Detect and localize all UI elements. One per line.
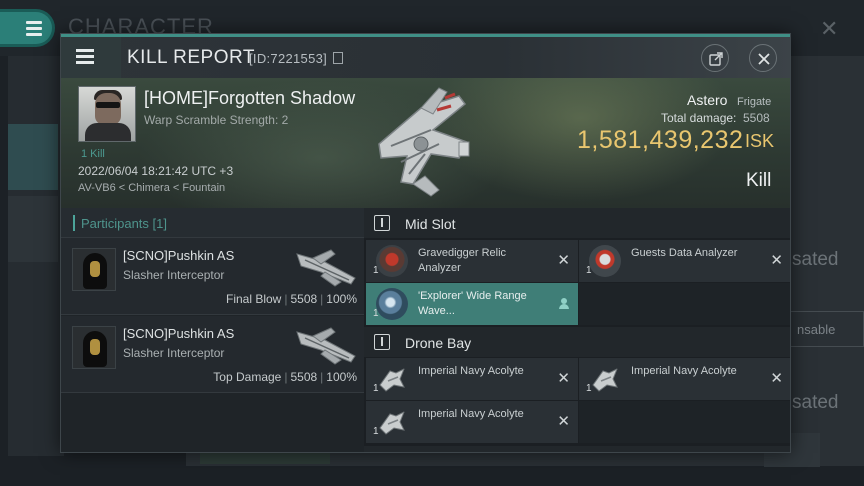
participant-ship: Slasher Interceptor xyxy=(123,346,225,360)
victim-ship-name[interactable]: Astero xyxy=(687,92,727,108)
participant-ship-image[interactable] xyxy=(295,244,359,288)
copy-icon[interactable] xyxy=(333,52,343,64)
isk-value: 1,581,439,232 xyxy=(577,126,744,154)
next-section-partial xyxy=(364,446,790,452)
item-name: Imperial Navy Acolyte xyxy=(418,365,524,377)
x-mark-icon: ✕ xyxy=(557,252,570,269)
participants-title: Participants [1] xyxy=(81,216,167,231)
background-rail-item[interactable] xyxy=(8,196,58,262)
participant-avatar[interactable] xyxy=(72,326,116,369)
mid-slot-label: Mid Slot xyxy=(405,216,456,232)
drone-bay-label: Drone Bay xyxy=(405,335,472,351)
modal-header: KILL REPORT [ID:7221553] xyxy=(61,34,790,78)
drone-icon xyxy=(592,367,618,392)
participants-panel: Participants [1] [SCNO]Pushkin AS Slashe… xyxy=(61,208,364,452)
item-quantity: 1 xyxy=(373,426,379,437)
relic-analyzer-icon xyxy=(376,245,408,277)
participant-ship-image[interactable] xyxy=(295,322,359,366)
close-icon xyxy=(758,53,770,65)
background-menu-button[interactable] xyxy=(0,12,52,44)
fitting-item[interactable]: 1 Guests Data Analyzer ✕ xyxy=(579,240,790,282)
item-name: Gravedigger Relic Analyzer xyxy=(418,247,507,274)
participant-percent: 100% xyxy=(326,370,357,384)
item-quantity: 1 xyxy=(373,265,379,276)
background-close-icon[interactable]: ✕ xyxy=(820,16,838,42)
fitting-item[interactable]: 1 Imperial Navy Acolyte ✕ xyxy=(366,358,578,400)
victim-summary: [HOME]Forgotten Shadow Warp Scramble Str… xyxy=(61,78,790,208)
external-link-button[interactable] xyxy=(701,44,729,72)
drone-icon xyxy=(379,410,405,435)
fitting-panel: Mid Slot 1 Gravedigger Relic Analyzer ✕ … xyxy=(364,208,790,452)
victim-name[interactable]: [HOME]Forgotten Shadow xyxy=(144,88,355,109)
x-mark-icon: ✕ xyxy=(770,370,783,387)
participants-header-bar xyxy=(73,215,75,231)
kill-datetime: 2022/06/04 18:21:42 UTC +3 xyxy=(78,164,234,178)
data-analyzer-icon xyxy=(589,245,621,277)
item-quantity: 1 xyxy=(586,383,592,394)
total-damage-value: 5508 xyxy=(743,111,770,125)
background-faded-text: sated xyxy=(792,249,839,270)
participant-damage: 5508 xyxy=(290,292,318,306)
warp-scramble-strength: Warp Scramble Strength: 2 xyxy=(144,113,289,127)
item-name: 'Explorer' Wide Range Wave... xyxy=(418,290,527,317)
participant-ship: Slasher Interceptor xyxy=(123,268,225,282)
item-quantity: 1 xyxy=(373,383,379,394)
kill-report-modal: KILL REPORT [ID:7221553] [HOME]Forgotten… xyxy=(60,33,791,453)
participant-row[interactable]: [SCNO]Pushkin AS Slasher Interceptor Fin… xyxy=(61,238,364,315)
x-mark-icon: ✕ xyxy=(557,370,570,387)
x-mark-icon: ✕ xyxy=(770,252,783,269)
drone-icon xyxy=(379,367,405,392)
slot-icon xyxy=(374,334,390,350)
participant-row[interactable]: [SCNO]Pushkin AS Slasher Interceptor Top… xyxy=(61,316,364,393)
item-quantity: 1 xyxy=(373,308,379,319)
victim-avatar[interactable] xyxy=(78,86,136,142)
participant-stats: Top Damage | 5508 | 100% xyxy=(213,370,357,384)
fitting-item[interactable]: 1 'Explorer' Wide Range Wave... xyxy=(366,283,578,325)
participant-stats: Final Blow | 5508 | 100% xyxy=(225,292,357,306)
item-quantity: 1 xyxy=(586,265,592,276)
item-name: Imperial Navy Acolyte xyxy=(418,408,524,420)
x-mark-icon: ✕ xyxy=(557,413,570,430)
report-id: [ID:7221553] xyxy=(249,51,328,66)
participant-name: [SCNO]Pushkin AS xyxy=(123,248,235,263)
empty-slot xyxy=(579,401,790,443)
participant-damage: 5508 xyxy=(290,370,318,384)
kill-count: 1 Kill xyxy=(81,148,105,160)
mid-slot-section: Mid Slot xyxy=(364,208,790,238)
participant-role: Final Blow xyxy=(225,292,282,306)
drone-bay-section: Drone Bay xyxy=(364,327,790,357)
kill-result: Kill xyxy=(746,170,772,191)
victim-ship-class: Frigate xyxy=(737,96,772,108)
background-faded-button[interactable]: nsable xyxy=(790,311,864,347)
background-rail-item[interactable] xyxy=(8,124,58,190)
fitting-item[interactable]: 1 Imperial Navy Acolyte ✕ xyxy=(579,358,790,400)
person-icon xyxy=(559,298,569,309)
fitting-item[interactable]: 1 Imperial Navy Acolyte ✕ xyxy=(366,401,578,443)
participants-header: Participants [1] xyxy=(61,208,364,238)
external-link-icon xyxy=(709,52,723,66)
background-faded-text: sated xyxy=(792,392,839,413)
item-name: Guests Data Analyzer xyxy=(631,247,738,259)
slot-icon xyxy=(374,215,390,231)
kill-location[interactable]: AV-VB6 < Chimera < Fountain xyxy=(78,182,225,194)
participant-percent: 100% xyxy=(326,292,357,306)
participant-avatar[interactable] xyxy=(72,248,116,291)
menu-icon[interactable] xyxy=(61,37,121,78)
close-button[interactable] xyxy=(749,44,777,72)
participant-role: Top Damage xyxy=(213,370,282,384)
victim-ship-image[interactable] xyxy=(361,84,481,200)
item-name: Imperial Navy Acolyte xyxy=(631,365,737,377)
isk-unit: ISK xyxy=(745,131,775,151)
fitting-item[interactable]: 1 Gravedigger Relic Analyzer ✕ xyxy=(366,240,578,282)
total-damage-label: Total damage: xyxy=(661,111,737,125)
modal-title: KILL REPORT xyxy=(127,47,255,68)
scanner-probe-launcher-icon xyxy=(376,288,408,320)
empty-slot xyxy=(579,283,790,325)
participant-name: [SCNO]Pushkin AS xyxy=(123,326,235,341)
